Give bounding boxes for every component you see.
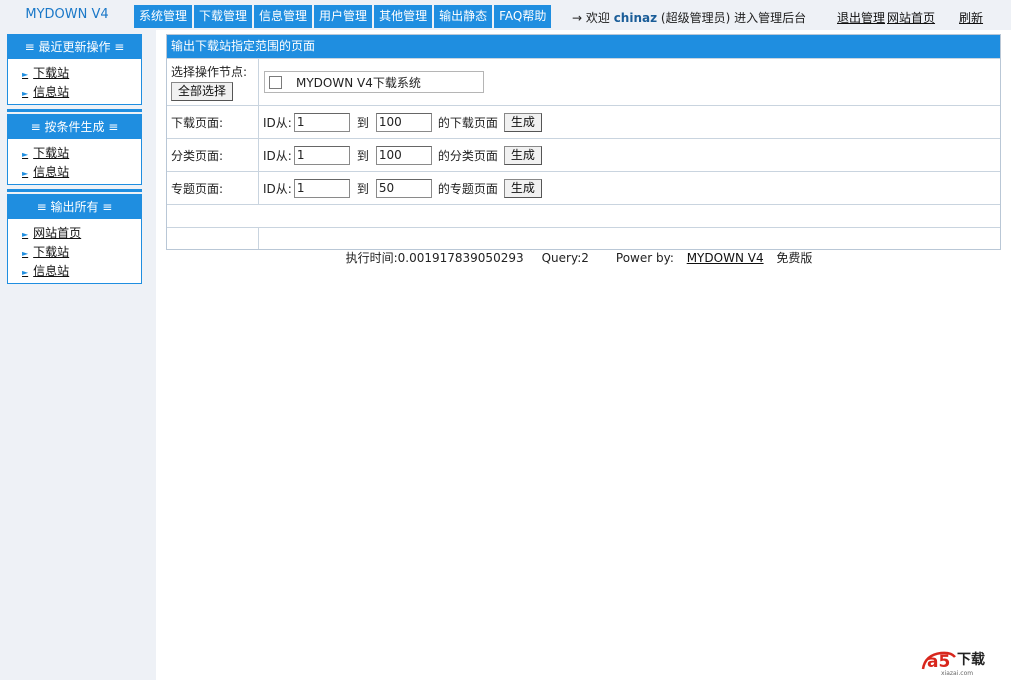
nav-users[interactable]: 用户管理 bbox=[314, 5, 373, 28]
generate-button[interactable]: 生成 bbox=[503, 112, 542, 132]
sidebar-item-download-site[interactable]: ► 下载站 bbox=[22, 243, 141, 262]
nav-system[interactable]: 系统管理 bbox=[134, 5, 193, 28]
empty-row bbox=[167, 204, 1000, 227]
sidebar-divider bbox=[7, 189, 142, 192]
svg-text:a5: a5 bbox=[927, 652, 950, 672]
id-to-input[interactable] bbox=[375, 145, 432, 165]
home-link[interactable]: 网站首页 bbox=[887, 11, 935, 25]
welcome-suffix: (超级管理员) 进入管理后台 bbox=[657, 11, 807, 25]
sidebar-item-info-site[interactable]: ► 信息站 bbox=[22, 83, 141, 102]
node-label: 选择操作节点: bbox=[171, 65, 248, 79]
svg-text:下载: 下载 bbox=[957, 651, 985, 668]
query-count: Query:2 bbox=[541, 251, 589, 265]
row-suffix: 的下载页面 bbox=[437, 115, 498, 130]
id-to-input[interactable] bbox=[375, 178, 432, 198]
nav-faq[interactable]: FAQ帮助 bbox=[494, 5, 552, 28]
top-bar: MYDOWN V4 系统管理 下载管理 信息管理 用户管理 其他管理 输出静态 … bbox=[0, 0, 1011, 30]
row-label: 分类页面: bbox=[171, 148, 224, 163]
arrow-icon: ► bbox=[22, 70, 29, 79]
panel-title: ≡ 最近更新操作 ≡ bbox=[8, 35, 141, 59]
empty-row bbox=[167, 227, 1000, 249]
to-label: 到 bbox=[356, 115, 369, 130]
id-from-label: ID从: bbox=[263, 148, 292, 163]
node-checkbox[interactable] bbox=[269, 75, 282, 89]
sidebar-item-download-site[interactable]: ► 下载站 bbox=[22, 144, 141, 163]
sidebar-item-homepage[interactable]: ► 网站首页 bbox=[22, 224, 141, 243]
sidebar-item-label: 网站首页 bbox=[33, 226, 82, 240]
power-link[interactable]: MYDOWN V4 bbox=[687, 251, 764, 265]
arrow-icon: ► bbox=[22, 89, 29, 98]
power-prefix: Power by: bbox=[615, 251, 678, 265]
id-from-label: ID从: bbox=[263, 181, 292, 196]
id-from-input[interactable] bbox=[293, 145, 350, 165]
svg-text:xiazai.com: xiazai.com bbox=[941, 670, 973, 677]
panel-output-all: ≡ 输出所有 ≡ ► 网站首页 ► 下载站 ► 信息站 bbox=[7, 194, 142, 284]
row-label: 下载页面: bbox=[171, 115, 224, 130]
sidebar-divider bbox=[7, 109, 142, 112]
range-row-topic: 专题页面: ID从: 到 的专题页面 生成 bbox=[167, 171, 1000, 204]
app-logo: MYDOWN V4 bbox=[25, 7, 109, 22]
range-row-download: 下载页面: ID从: 到 的下载页面 生成 bbox=[167, 105, 1000, 138]
sidebar-item-label: 信息站 bbox=[33, 264, 70, 278]
panel-title: ≡ 输出所有 ≡ bbox=[8, 195, 141, 219]
row-suffix: 的专题页面 bbox=[437, 181, 498, 196]
panel-by-condition: ≡ 按条件生成 ≡ ► 下载站 ► 信息站 bbox=[7, 114, 142, 185]
logout-link[interactable]: 退出管理 bbox=[837, 11, 885, 25]
main-nav: 系统管理 下载管理 信息管理 用户管理 其他管理 输出静态 FAQ帮助 bbox=[134, 5, 553, 28]
arrow-icon: ► bbox=[22, 268, 29, 277]
to-label: 到 bbox=[356, 181, 369, 196]
nav-download[interactable]: 下载管理 bbox=[194, 5, 253, 28]
sidebar-item-info-site[interactable]: ► 信息站 bbox=[22, 163, 141, 182]
exec-time: 执行时间:0.001917839050293 bbox=[345, 251, 524, 265]
sidebar-item-info-site[interactable]: ► 信息站 bbox=[22, 262, 141, 281]
top-links: 退出管理 网站首页 刷新 bbox=[837, 9, 985, 26]
sidebar-item-download-site[interactable]: ► 下载站 bbox=[22, 64, 141, 83]
sidebar-item-label: 下载站 bbox=[33, 146, 70, 160]
range-row-category: 分类页面: ID从: 到 的分类页面 生成 bbox=[167, 138, 1000, 171]
select-all-button[interactable]: 全部选择 bbox=[171, 82, 234, 101]
footer: 执行时间:0.001917839050293 Query:2 Power by: M… bbox=[166, 250, 1001, 266]
sidebar-item-label: 下载站 bbox=[33, 245, 70, 259]
to-label: 到 bbox=[356, 148, 369, 163]
a5-logo-icon: a5 下载 xiazai.com bbox=[921, 651, 985, 677]
sidebar-item-label: 信息站 bbox=[33, 85, 70, 99]
sidebar-item-label: 信息站 bbox=[33, 165, 70, 179]
nav-other[interactable]: 其他管理 bbox=[374, 5, 433, 28]
refresh-link[interactable]: 刷新 bbox=[959, 11, 983, 25]
nav-static-output[interactable]: 输出静态 bbox=[434, 5, 493, 28]
sidebar-item-label: 下载站 bbox=[33, 66, 70, 80]
username: chinaz bbox=[613, 11, 658, 25]
welcome-prefix: → 欢迎 bbox=[572, 11, 614, 25]
arrow-icon: ► bbox=[22, 249, 29, 258]
power-suffix: 免费版 bbox=[772, 251, 813, 265]
arrow-icon: ► bbox=[22, 169, 29, 178]
node-option: MYDOWN V4下载系统 bbox=[264, 71, 484, 93]
generate-button[interactable]: 生成 bbox=[503, 145, 542, 165]
arrow-icon: ► bbox=[22, 230, 29, 239]
welcome-message: → 欢迎 chinaz (超级管理员) 进入管理后台 bbox=[572, 9, 806, 26]
panel-recent-updates: ≡ 最近更新操作 ≡ ► 下载站 ► 信息站 bbox=[7, 34, 142, 105]
power-by: Power by: MYDOWN V4 免费版 bbox=[607, 251, 822, 265]
panel-title: ≡ 按条件生成 ≡ bbox=[8, 115, 141, 139]
node-name: MYDOWN V4下载系统 bbox=[296, 75, 421, 90]
arrow-icon: ► bbox=[22, 150, 29, 159]
id-from-label: ID从: bbox=[263, 115, 292, 130]
id-to-input[interactable] bbox=[375, 112, 432, 132]
watermark-logo: a5 下载 xiazai.com bbox=[918, 644, 1006, 678]
row-suffix: 的分类页面 bbox=[437, 148, 498, 163]
generate-button[interactable]: 生成 bbox=[503, 178, 542, 198]
row-label: 专题页面: bbox=[171, 181, 224, 196]
id-from-input[interactable] bbox=[293, 178, 350, 198]
node-row: 选择操作节点: 全部选择 MYDOWN V4下载系统 bbox=[167, 58, 1000, 105]
id-from-input[interactable] bbox=[293, 112, 350, 132]
form-title: 输出下载站指定范围的页面 bbox=[167, 35, 1000, 58]
output-range-form: 输出下载站指定范围的页面 选择操作节点: 全部选择 MYDOWN V4下载系统 … bbox=[166, 34, 1001, 250]
nav-info[interactable]: 信息管理 bbox=[254, 5, 313, 28]
